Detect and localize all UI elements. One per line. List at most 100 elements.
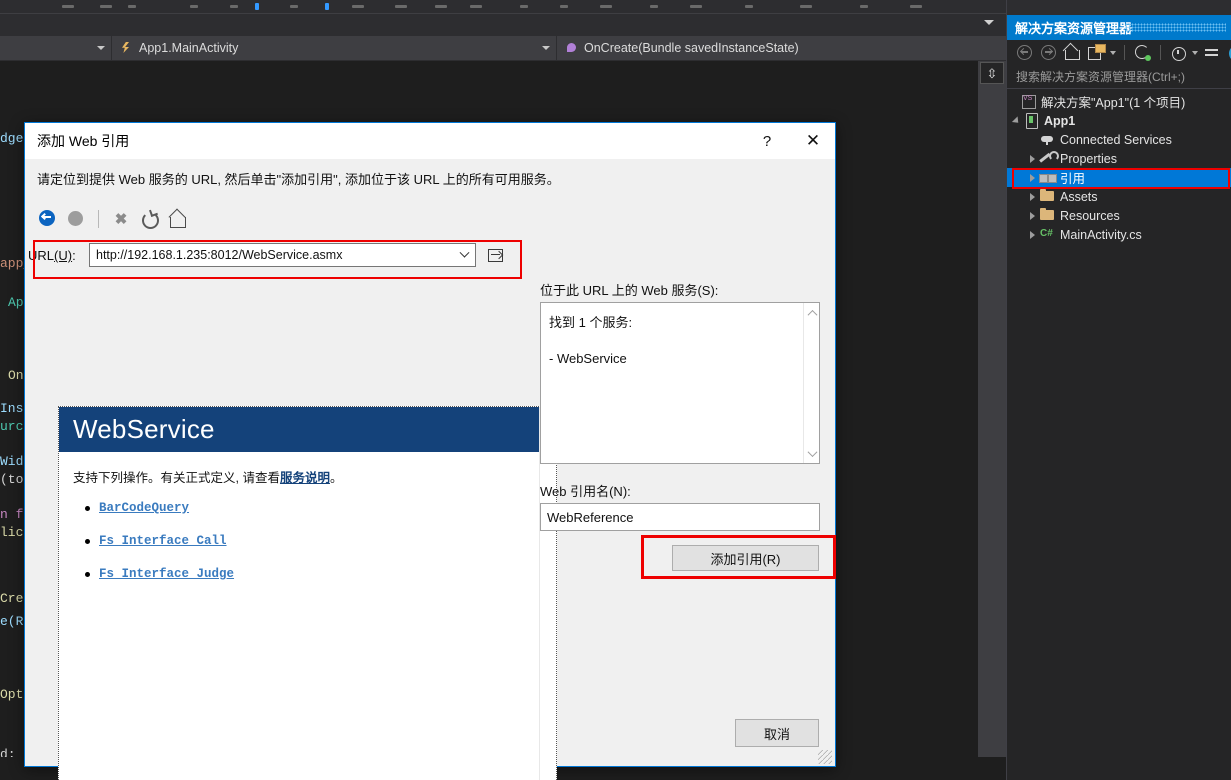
toolbar-glyph [560,5,568,8]
tree-node[interactable]: Assets [1007,187,1231,206]
tree-node-label: Assets [1060,189,1098,204]
services-vertical-scrollbar[interactable] [803,303,819,463]
web-preview-content: WebService 支持下列操作。有关正式定义, 请查看服务说明。 BarCo… [59,407,539,780]
references-icon [1039,170,1057,185]
split-editor-button[interactable]: ⇳ [980,62,1004,84]
toolbar-glyph [690,5,702,8]
chevron-down-icon[interactable] [1110,50,1116,55]
chevron-down-icon[interactable] [453,244,475,266]
add-reference-button[interactable]: 添加引用(R) [672,545,819,571]
tree-node-label: 解决方案"App1"(1 个项目) [1041,96,1186,110]
toolbar-glyph [910,5,922,8]
refresh-icon[interactable] [138,208,160,230]
project-dropdown[interactable] [0,36,112,60]
chevron-right-icon[interactable] [1010,115,1023,126]
service-description-link[interactable]: 服务说明 [280,471,330,485]
tree-node[interactable]: App1 [1007,111,1231,130]
toolbar-glyph [325,3,329,10]
tree-node[interactable]: Resources [1007,206,1231,225]
switch-views-icon[interactable] [1203,43,1222,62]
search-input[interactable] [1014,68,1224,85]
forward-icon [65,208,87,230]
toolbar-glyph [745,5,753,8]
new-folder-icon[interactable] [1087,43,1106,62]
chevron-down-icon [542,46,550,50]
scroll-up-button[interactable] [804,305,820,321]
help-button[interactable]: ? [747,123,787,159]
cancel-button[interactable]: 取消 [735,719,819,747]
resize-grip[interactable] [818,750,832,764]
chevron-down-icon[interactable] [1192,50,1198,55]
tree-node[interactable]: 引用 [1007,168,1231,187]
url-combobox[interactable] [89,243,476,267]
tree-node[interactable]: Connected Services [1007,130,1231,149]
toolbar-glyph [255,3,259,10]
solution-tree[interactable]: 解决方案"App1"(1 个项目) App1 Connected Services P… [1007,92,1231,244]
toolbar-separator [1160,45,1161,60]
drag-handle-dots[interactable] [1125,23,1226,32]
dialog-title: 添加 Web 引用 [37,133,130,149]
home-icon[interactable] [1063,43,1082,62]
chevron-right-icon[interactable] [1026,192,1039,201]
go-button[interactable] [484,244,507,266]
editor-vertical-scrollbar[interactable] [978,61,1006,780]
services-listbox[interactable]: 找到 1 个服务: - WebService [540,302,820,464]
wrench-icon [1039,151,1059,166]
tree-node-label: MainActivity.cs [1060,227,1142,242]
scroll-down-button[interactable] [804,445,820,461]
operation-link[interactable]: BarCodeQuery [99,501,189,515]
refresh-icon[interactable] [1227,43,1231,62]
panel-top-fill [1007,0,1231,15]
toolbar-glyph [520,5,528,8]
browser-toolbar: ✖ [37,206,188,232]
chevron-right-icon[interactable] [1026,154,1039,163]
chevron-down-icon [97,46,105,50]
description-suffix: 。 [329,471,343,485]
service-item[interactable]: - WebService [549,351,819,366]
operation-link[interactable]: Fs_Interface_Judge [99,567,234,581]
code-fragment: Opt [0,687,24,702]
folder-icon [1039,189,1056,204]
operation-list-item: BarCodeQuery [85,500,539,515]
class-dropdown-value: App1.MainActivity [139,41,239,55]
pending-changes-icon[interactable] [1169,43,1188,62]
solution-explorer-titlebar: 解决方案资源管理器 [1007,15,1231,40]
app-root: App1.MainActivity OnCreate(Bundle savedI… [0,0,1231,780]
url-input[interactable] [90,247,453,263]
operation-link[interactable]: Fs_Interface_Call [99,534,227,548]
class-dropdown[interactable]: App1.MainActivity [112,36,557,60]
chevron-down-icon[interactable] [984,20,994,25]
toolbar-glyph [395,5,407,8]
dialog-description: 请定位到提供 Web 服务的 URL, 然后单击"添加引用", 添加位于该 UR… [37,172,560,187]
toolbar-glyph [128,5,136,8]
solution-explorer-panel: 解决方案资源管理器 解决方案"App1"(1 个项目) App1 Connected… [1006,0,1231,780]
web-preview-pane[interactable]: WebService 支持下列操作。有关正式定义, 请查看服务说明。 BarCo… [58,406,557,780]
reference-name-input[interactable] [540,503,820,531]
stop-icon[interactable]: ✖ [110,208,132,230]
toolbar-glyph [62,5,74,8]
forward-icon[interactable] [1039,43,1058,62]
tree-node[interactable]: 解决方案"App1"(1 个项目) [1007,92,1231,111]
sync-with-active-document-icon[interactable] [1133,43,1152,62]
chevron-right-icon[interactable] [1026,230,1039,239]
tree-node[interactable]: Properties [1007,149,1231,168]
services-label: 位于此 URL 上的 Web 服务(S): [540,283,719,298]
back-icon[interactable] [37,208,59,230]
chevron-right-icon[interactable] [1026,211,1039,220]
solution-explorer-search[interactable] [1007,65,1231,89]
back-icon[interactable] [1015,43,1034,62]
member-dropdown[interactable]: OnCreate(Bundle savedInstanceState) [557,36,1006,60]
editor-navigation-bar: App1.MainActivity OnCreate(Bundle savedI… [0,36,1006,61]
dialog-titlebar[interactable]: 添加 Web 引用 ? ✕ [25,123,835,159]
panel-title: 解决方案资源管理器 [1015,21,1133,36]
operation-list: BarCodeQuery Fs_Interface_Call Fs_Interfac… [85,500,539,581]
tree-node[interactable]: MainActivity.cs [1007,225,1231,244]
tree-node-label: Properties [1060,151,1117,166]
home-icon[interactable] [166,208,188,230]
toolbar-glyph [600,5,612,8]
reference-name-label: Web 引用名(N): [540,484,631,499]
chevron-right-icon[interactable] [1026,173,1039,182]
close-button[interactable]: ✕ [793,123,833,159]
toolbar-glyph [470,5,482,8]
vs-main-toolbar[interactable] [0,0,1006,14]
